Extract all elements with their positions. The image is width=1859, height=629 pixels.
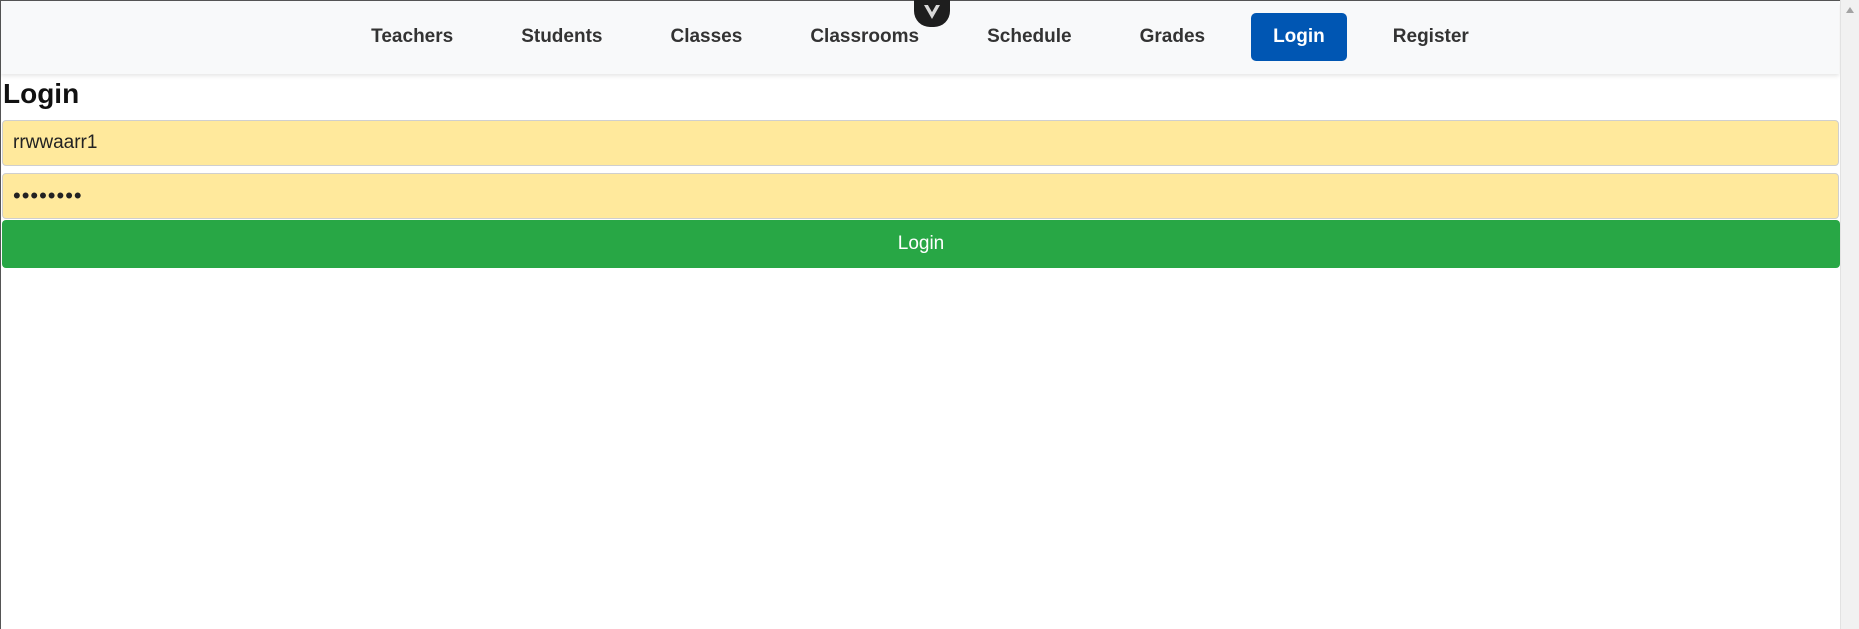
app-viewport: Teachers Students Classes Classrooms Sch… xyxy=(0,0,1840,629)
password-input[interactable] xyxy=(2,173,1839,219)
nav-item-register[interactable]: Register xyxy=(1371,13,1491,61)
vertical-scrollbar[interactable] xyxy=(1840,0,1859,629)
login-button[interactable]: Login xyxy=(2,220,1840,268)
nav-item-teachers[interactable]: Teachers xyxy=(349,13,475,61)
username-input[interactable] xyxy=(2,120,1839,166)
nav-item-login[interactable]: Login xyxy=(1251,13,1347,61)
vue-devtools-icon[interactable] xyxy=(914,0,950,27)
nav-item-grades[interactable]: Grades xyxy=(1118,13,1227,61)
nav-item-schedule[interactable]: Schedule xyxy=(965,13,1093,61)
nav-item-classes[interactable]: Classes xyxy=(648,13,764,61)
scroll-up-arrow-icon[interactable] xyxy=(1846,7,1854,13)
nav-item-students[interactable]: Students xyxy=(499,13,624,61)
page-title: Login xyxy=(3,78,80,109)
